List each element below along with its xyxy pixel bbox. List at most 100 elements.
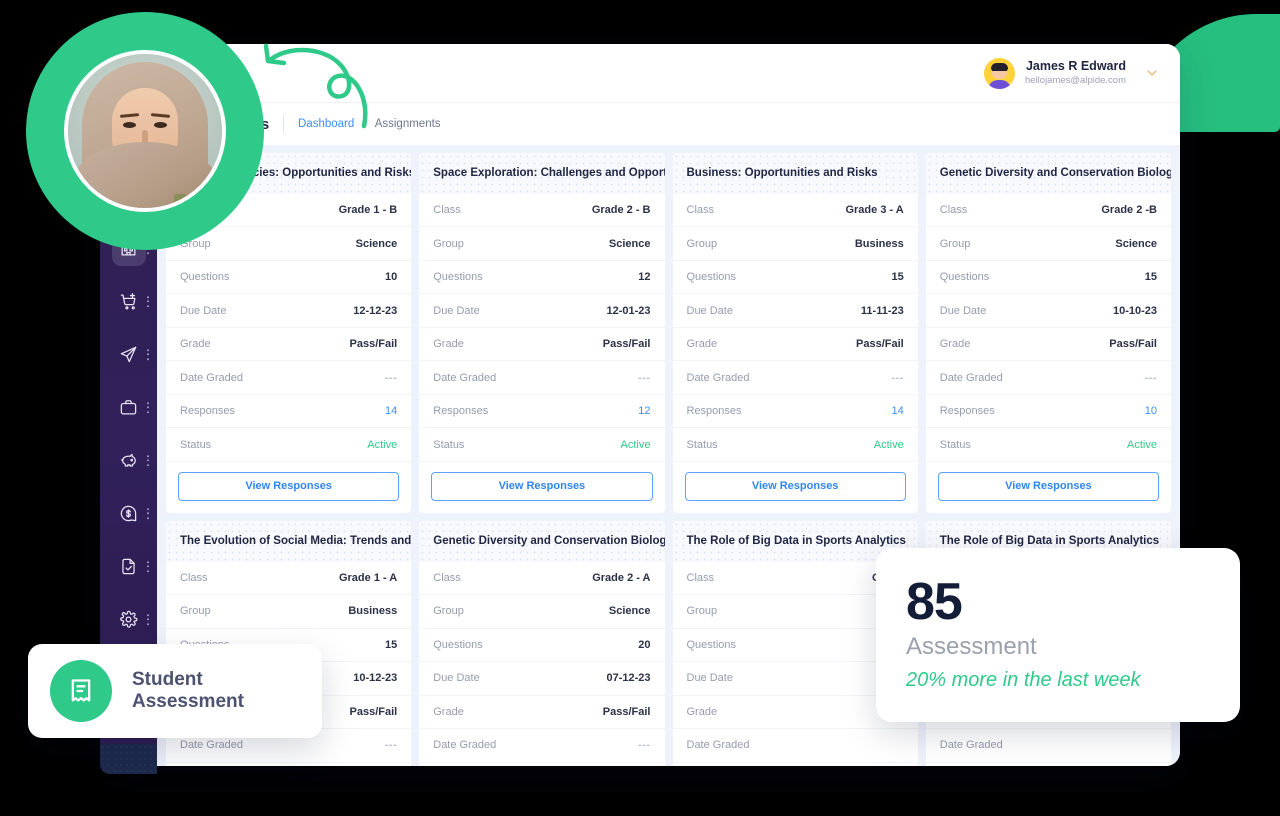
row-value[interactable]: 14: [385, 405, 397, 417]
row-label: Group: [686, 237, 718, 250]
row-label: Responses: [433, 405, 489, 418]
sidebar-item-settings[interactable]: [100, 593, 157, 646]
sidebar-item-more-icon[interactable]: [146, 507, 149, 520]
sidebar-item-orders[interactable]: [100, 275, 157, 328]
row-value: Business: [854, 237, 904, 250]
row-label: Due Date: [686, 304, 733, 317]
assignment-card-footer: View Responses: [419, 462, 664, 513]
row-value: ---: [1144, 371, 1157, 384]
assignment-row-date-graded: Date Graded: [672, 729, 918, 763]
receipt-icon: [50, 660, 112, 722]
user-name: James R Edward: [1025, 59, 1126, 74]
assignment-card: Business: Opportunities and Risks Class Gr…: [672, 153, 918, 513]
student-assessment-line1: Student: [132, 669, 203, 691]
sidebar-item-savings[interactable]: [100, 434, 157, 487]
sidebar-item-more-icon[interactable]: [146, 348, 149, 361]
sidebar-nav-list: [100, 222, 157, 646]
row-label: Date Graded: [939, 739, 1003, 752]
assignment-card-footer: View Responses: [166, 462, 411, 513]
row-value: 15: [891, 271, 904, 284]
row-label: Group: [433, 237, 464, 250]
assignment-row-due-date: Due Date 10-10-23: [925, 294, 1171, 328]
row-value: 15: [385, 638, 398, 651]
row-value: Science: [355, 237, 398, 250]
stat-delta: 20% more in the last week: [906, 669, 1141, 692]
assignment-card: Genetic Diversity and Conservation Biolo…: [419, 520, 665, 766]
assignment-row-grade: Grade Pass/Fail: [166, 328, 412, 362]
row-value: Grade 1 - B: [338, 204, 398, 217]
sidebar-item-more-icon[interactable]: [146, 560, 149, 573]
row-value: Science: [608, 237, 651, 250]
sidebar-item-reports[interactable]: [100, 540, 157, 593]
curved-arrow-annotation: [258, 38, 378, 130]
cart-plus-icon: [112, 285, 146, 319]
assignment-row-responses: Responses15: [926, 763, 1171, 766]
row-label: Group: [433, 605, 464, 618]
student-assessment-label: Student Assessment: [132, 669, 244, 713]
screenshot-stage: James R Edward hellojames@alpide.com Ass…: [0, 0, 1280, 816]
row-value: Pass/Fail: [602, 338, 651, 351]
view-responses-button[interactable]: View Responses: [431, 471, 653, 501]
row-label: Questions: [686, 271, 737, 284]
row-label: Class: [939, 204, 968, 217]
sidebar-item-work[interactable]: [100, 381, 157, 434]
breadcrumb-item-assignments: Assignments: [374, 118, 441, 130]
sidebar-item-more-icon[interactable]: [146, 295, 149, 308]
view-responses-button[interactable]: View Responses: [178, 471, 400, 501]
row-value: ---: [638, 371, 651, 384]
row-value[interactable]: 10: [1145, 405, 1157, 417]
view-responses-button[interactable]: View Responses: [937, 471, 1159, 501]
portrait-overlay: [26, 12, 264, 250]
row-label: Questions: [433, 271, 483, 284]
row-value: Grade 2 - B: [591, 204, 651, 217]
row-value: ---: [638, 739, 651, 752]
row-value: Grade 2 -B: [1101, 204, 1157, 217]
row-value: Grade 3 - A: [845, 204, 904, 217]
assignment-row-date-graded: Date Graded ---: [419, 361, 665, 395]
assignment-card-footer: View Responses: [673, 462, 918, 513]
assignment-row-responses: Responses18: [419, 763, 664, 766]
row-label: Date Graded: [939, 371, 1003, 384]
avatar: [984, 57, 1015, 89]
row-label: Class: [433, 204, 461, 217]
row-label: Date Graded: [433, 739, 497, 752]
student-assessment-line2: Assessment: [132, 691, 244, 712]
assignment-row-class: Class Grade 3 - A: [672, 194, 918, 228]
row-label: Responses: [939, 405, 995, 418]
sidebar-item-send[interactable]: [100, 328, 157, 381]
sidebar-item-more-icon[interactable]: [146, 401, 149, 414]
row-label: Date Graded: [433, 371, 497, 384]
assignment-row-responses: Responses 12: [419, 395, 665, 429]
row-value[interactable]: 14: [892, 405, 904, 417]
student-assessment-card: Student Assessment: [28, 644, 322, 738]
row-value: 12: [638, 271, 651, 284]
user-menu[interactable]: James R Edward hellojames@alpide.com: [984, 57, 1160, 89]
assignment-row-due-date: Due Date 11-11-23: [672, 294, 918, 328]
row-label: Class: [180, 571, 208, 584]
row-label: Status: [939, 438, 971, 451]
assignment-row-date-graded: Date Graded ---: [672, 361, 918, 395]
row-value: ---: [891, 371, 904, 384]
row-value: Active: [620, 438, 651, 451]
assignment-row-questions: Questions 10: [166, 261, 412, 295]
row-label: Grade: [939, 338, 971, 351]
view-responses-button[interactable]: View Responses: [684, 471, 906, 501]
sidebar-item-more-icon[interactable]: [146, 613, 149, 626]
row-value: 10: [385, 271, 398, 284]
sidebar-item-more-icon[interactable]: [146, 454, 149, 467]
user-meta: James R Edward hellojames@alpide.com: [1025, 59, 1126, 87]
assignment-row-group: Group Science: [419, 595, 665, 629]
row-label: Grade: [433, 338, 464, 351]
paper-plane-icon: [112, 338, 146, 372]
stat-value: 85: [906, 573, 963, 631]
portrait-photo: [64, 50, 226, 212]
row-label: Date Graded: [686, 371, 750, 384]
row-value[interactable]: 12: [638, 405, 650, 417]
row-label: Due Date: [433, 672, 480, 685]
sidebar-item-payments[interactable]: [100, 487, 157, 540]
assignment-row-responses: Responses 14: [166, 395, 412, 429]
chevron-down-icon[interactable]: [1144, 65, 1160, 81]
row-value: Science: [608, 605, 651, 618]
row-label: Class: [686, 571, 715, 584]
assignment-row-responses: Responses 10: [925, 395, 1171, 429]
